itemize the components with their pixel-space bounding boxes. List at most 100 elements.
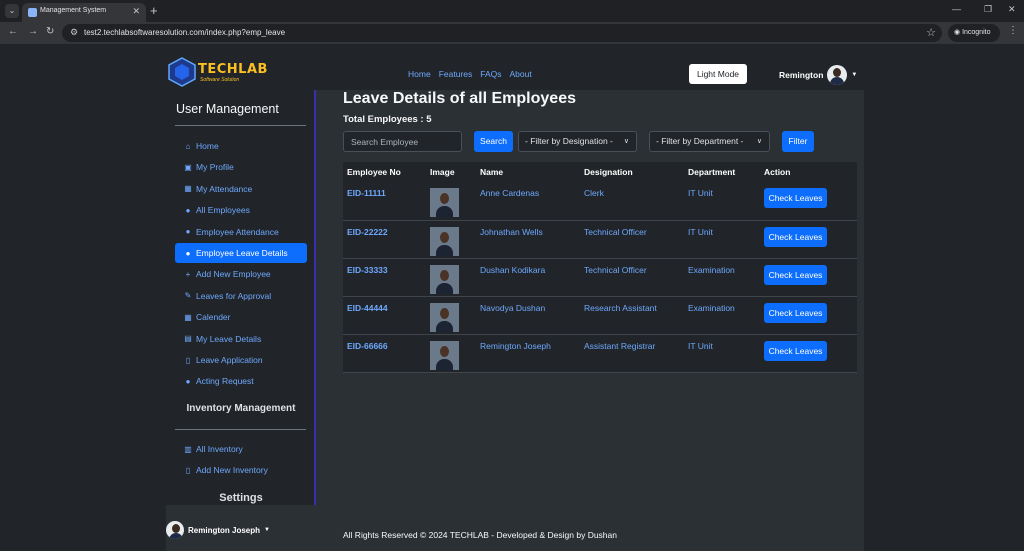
logo-mark-icon — [168, 57, 196, 87]
tab-search-icon[interactable]: ⌄ — [5, 4, 19, 18]
check-leaves-button[interactable]: Check Leaves — [764, 302, 827, 323]
employee-no[interactable]: EID-11111 — [343, 182, 426, 221]
employee-name: Dushan Kodikara — [476, 258, 580, 297]
search-input[interactable] — [343, 131, 462, 152]
employee-department: IT Unit — [684, 220, 760, 259]
action-cell: Check Leaves — [760, 220, 857, 259]
employee-name: Johnathan Wells — [476, 220, 580, 259]
sidebar-item-all-inventory[interactable]: ▥ All Inventory — [175, 439, 307, 459]
sidebar-item-employee-leave-details[interactable]: ● Employee Leave Details — [175, 243, 307, 263]
sidebar-item-my-profile[interactable]: ▣ My Profile — [175, 157, 307, 177]
employee-designation: Assistant Registrar — [580, 334, 684, 373]
nav-link-faqs[interactable]: FAQs — [480, 69, 501, 79]
check-leaves-button[interactable]: Check Leaves — [764, 226, 827, 247]
designation-filter-select[interactable]: - Filter by Designation - ∨ — [518, 131, 637, 152]
employee-department: IT Unit — [684, 334, 760, 373]
favicon-icon — [28, 8, 37, 17]
sidebar-item-label: Acting Request — [196, 376, 254, 387]
employee-no[interactable]: EID-22222 — [343, 220, 426, 259]
column-header: Designation — [580, 162, 684, 182]
edit-icon: ✎ — [184, 291, 192, 301]
sidebar-item-label: All Inventory — [196, 444, 243, 454]
file-plus-icon: ▯ — [185, 465, 191, 475]
sidebar-user-menu[interactable]: Remington Joseph ▼ — [166, 521, 270, 539]
forward-icon[interactable]: → — [28, 26, 38, 37]
employee-department: Examination — [684, 258, 760, 297]
nav-link-home[interactable]: Home — [408, 69, 431, 79]
column-header: Image — [426, 162, 476, 182]
department-filter-select[interactable]: - Filter by Department - ∨ — [649, 131, 770, 152]
new-tab-icon[interactable]: + — [150, 3, 158, 18]
employee-photo — [430, 340, 459, 370]
column-header: Employee No — [343, 162, 426, 182]
employee-photo — [430, 302, 459, 332]
action-cell: Check Leaves — [760, 258, 857, 297]
sidebar-item-calender[interactable]: ▦ Calender — [175, 307, 307, 327]
check-leaves-button[interactable]: Check Leaves — [764, 340, 827, 361]
sidebar-item-home[interactable]: ⌂ Home — [175, 136, 307, 156]
url-text: test2.techlabsoftwaresolution.com/index.… — [84, 28, 286, 37]
tab-close-icon[interactable]: ✕ — [132, 6, 140, 17]
settings-section-title: Settings — [219, 492, 263, 504]
check-leaves-button[interactable]: Check Leaves — [764, 264, 827, 285]
user-name: Remington — [779, 70, 824, 80]
employee-designation: Technical Officer — [580, 258, 684, 297]
site-info-icon[interactable]: ⚙ — [70, 27, 78, 38]
light-mode-button[interactable]: Light Mode — [689, 64, 747, 84]
search-button[interactable]: Search — [474, 131, 513, 152]
sidebar-item-add-new-inventory[interactable]: ▯ Add New Inventory — [175, 460, 307, 480]
filter-button[interactable]: Filter — [782, 131, 814, 152]
sidebar-item-all-employees[interactable]: ● All Employees — [175, 200, 307, 220]
chevron-down-icon: ∨ — [623, 138, 629, 145]
address-bar[interactable]: ⚙ test2.techlabsoftwaresolution.com/inde… — [62, 24, 942, 42]
nav-link-features[interactable]: Features — [439, 69, 473, 79]
avatar — [166, 521, 184, 539]
minimize-icon[interactable]: — — [952, 4, 961, 14]
bookmark-star-icon[interactable]: ☆ — [926, 26, 936, 39]
user-gear-icon: ● — [185, 376, 191, 386]
sidebar-item-leaves-for-approval[interactable]: ✎ Leaves for Approval — [175, 286, 307, 306]
sidebar-item-employee-attendance[interactable]: ● Employee Attendance — [175, 222, 307, 242]
user-menu[interactable]: Remington ▼ — [779, 64, 857, 86]
employee-designation: Research Assistant — [580, 296, 684, 335]
techlab-logo[interactable]: TECHLAB Software Solution — [166, 57, 267, 89]
employee-no[interactable]: EID-66666 — [343, 334, 426, 373]
action-cell: Check Leaves — [760, 334, 857, 373]
footer-text: All Rights Reserved © 2024 TECHLAB - Dev… — [343, 530, 617, 540]
image-cell — [426, 296, 476, 335]
sidebar-item-leave-application[interactable]: ▯ Leave Application — [175, 350, 307, 370]
caret-down-icon: ▼ — [264, 527, 270, 533]
nav-link-about[interactable]: About — [510, 69, 532, 79]
chevron-down-icon: ∨ — [756, 138, 762, 145]
employee-photo — [430, 226, 459, 256]
sidebar-item-acting-request[interactable]: ● Acting Request — [175, 371, 307, 391]
designation-filter-value: - Filter by Designation - — [525, 136, 613, 146]
employee-photo — [430, 188, 459, 217]
employee-no[interactable]: EID-33333 — [343, 258, 426, 297]
incognito-badge[interactable]: ◉ Incognito — [948, 24, 1000, 42]
reload-icon[interactable]: ↻ — [46, 26, 54, 37]
divider — [175, 429, 306, 430]
sidebar-item-label: Add New Employee — [196, 269, 271, 280]
caret-down-icon: ▼ — [851, 72, 858, 78]
employee-designation: Technical Officer — [580, 220, 684, 259]
sidebar-item-add-new-employee[interactable]: + Add New Employee — [175, 264, 307, 284]
sidebar-item-my-attendance[interactable]: ▦ My Attendance — [175, 179, 307, 199]
browser-menu-icon[interactable]: ⋮ — [1008, 25, 1018, 36]
check-leaves-button[interactable]: Check Leaves — [764, 188, 827, 208]
page-title: Leave Details of all Employees — [343, 90, 576, 107]
back-icon[interactable]: ← — [8, 26, 18, 37]
table-row: EID-66666 Remington Joseph Assistant Regis… — [343, 334, 857, 373]
employee-no[interactable]: EID-44444 — [343, 296, 426, 335]
sidebar-item-label: Leaves for Approval — [196, 290, 272, 301]
close-window-icon[interactable]: ✕ — [1008, 4, 1016, 15]
id-card-icon: ▣ — [184, 162, 192, 172]
avatar — [827, 65, 848, 85]
divider — [175, 125, 306, 126]
sidebar-item-label: My Leave Details — [196, 333, 262, 344]
employee-designation: Clerk — [580, 182, 684, 221]
browser-tab[interactable]: Management System ✕ — [22, 3, 146, 22]
restore-icon[interactable]: ❐ — [984, 4, 992, 15]
sidebar-item-my-leave-details[interactable]: ▤ My Leave Details — [175, 329, 307, 349]
nav-links: Home Features FAQs About — [408, 69, 532, 79]
